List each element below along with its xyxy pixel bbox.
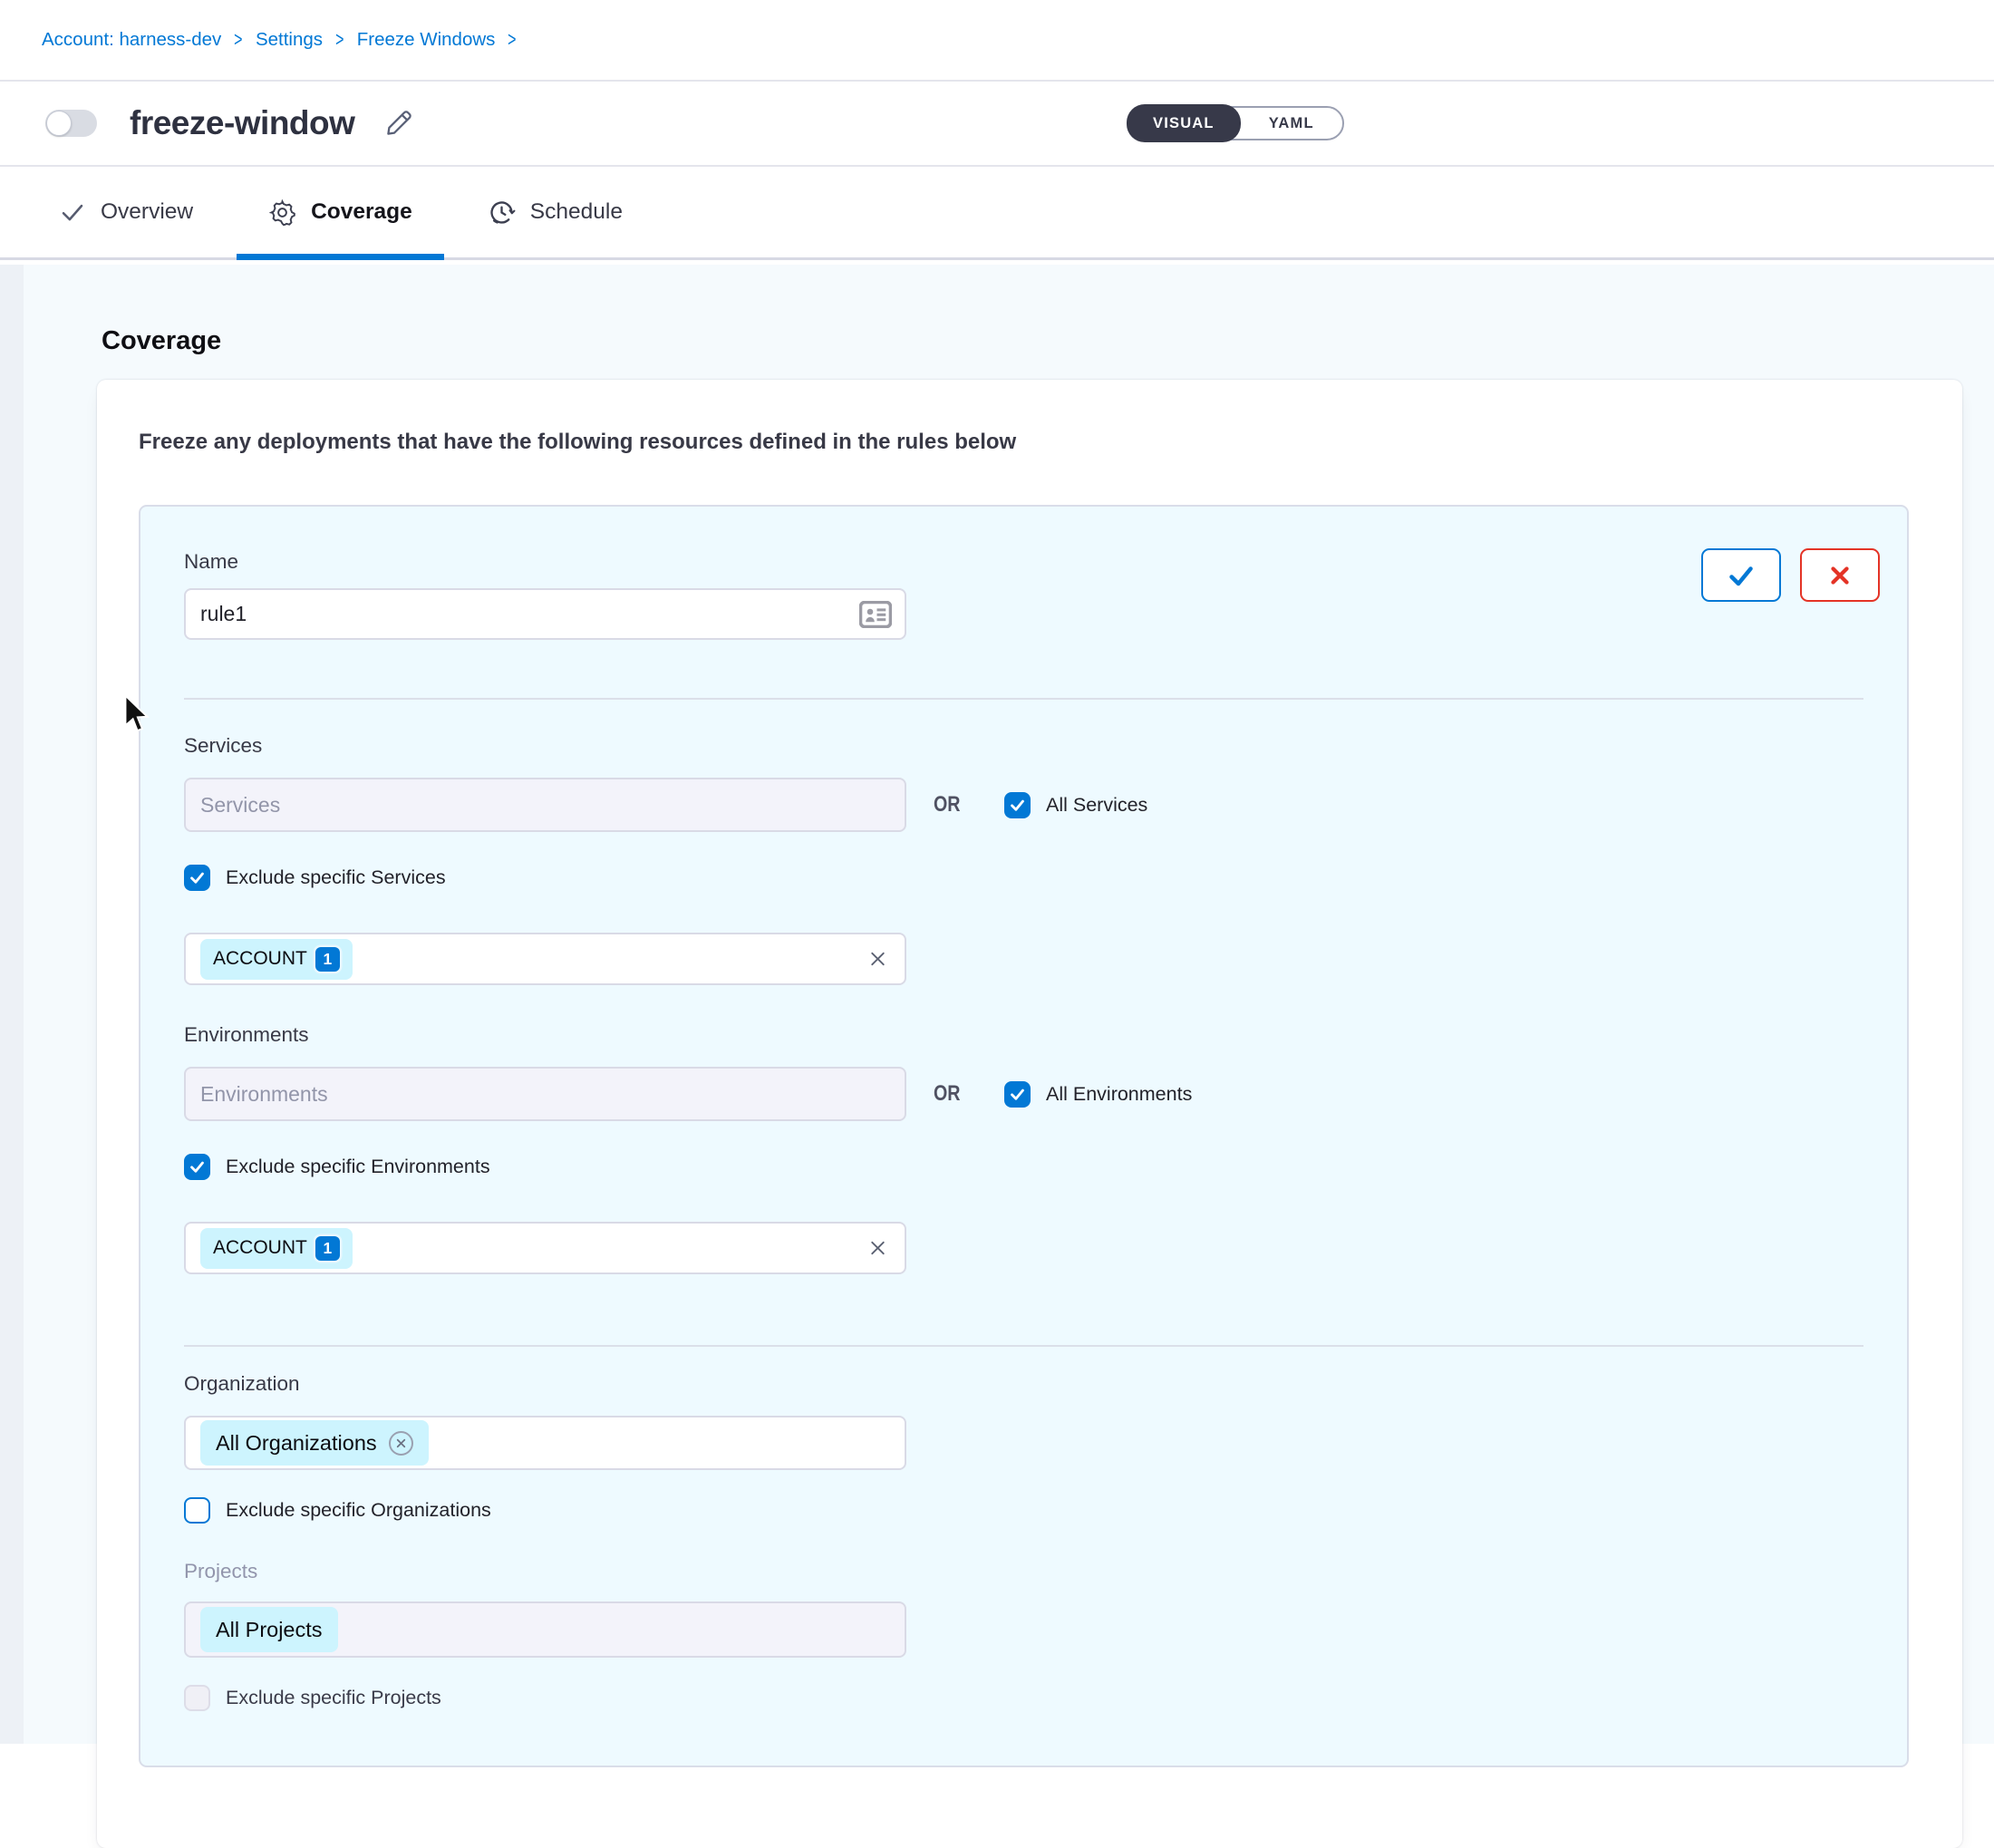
organization-label: Organization <box>184 1372 1863 1396</box>
breadcrumb-freeze-windows-link[interactable]: Freeze Windows <box>357 29 496 51</box>
chip-count-badge: 1 <box>315 947 340 972</box>
exclude-organizations-label: Exclude specific Organizations <box>226 1499 491 1522</box>
rule-name-input[interactable]: rule1 <box>184 588 906 640</box>
clear-excluded-services-button[interactable] <box>867 949 888 970</box>
exclude-projects-checkbox <box>184 1685 210 1711</box>
excluded-environments-chip[interactable]: ACCOUNT 1 <box>200 1228 353 1269</box>
all-projects-chip: All Projects <box>200 1607 338 1652</box>
clear-excluded-environments-button[interactable] <box>867 1238 888 1259</box>
all-environments-label: All Environments <box>1046 1083 1192 1106</box>
name-label: Name <box>184 550 1863 574</box>
environments-input-disabled: Environments <box>184 1067 906 1121</box>
confirm-rule-button[interactable] <box>1701 548 1781 602</box>
breadcrumb-separator: > <box>508 28 517 52</box>
freeze-rule-panel: Name rule1 Services <box>139 505 1909 1767</box>
breadcrumb-separator: > <box>234 28 242 52</box>
chip-text: All Projects <box>216 1618 323 1642</box>
visual-mode-button[interactable]: VISUAL <box>1127 104 1241 142</box>
all-services-checkbox[interactable] <box>1004 792 1031 818</box>
environments-or-text: OR <box>934 1081 961 1107</box>
page-title: freeze-window <box>130 104 354 142</box>
services-placeholder: Services <box>200 793 280 818</box>
coverage-card-heading: Freeze any deployments that have the fol… <box>139 430 1962 455</box>
breadcrumb: Account: harness-dev > Settings > Freeze… <box>0 0 1994 82</box>
rule-name-value: rule1 <box>200 602 247 626</box>
freeze-studio-tabs: Overview Coverage Schedule <box>0 167 1994 260</box>
freeze-enabled-toggle[interactable] <box>45 110 97 137</box>
checkbox-check-icon <box>1009 1086 1026 1103</box>
excluded-services-multiselect[interactable]: ACCOUNT 1 <box>184 933 906 985</box>
projects-label: Projects <box>184 1560 1863 1583</box>
tab-schedule[interactable]: Schedule <box>456 167 654 257</box>
all-organizations-chip[interactable]: All Organizations <box>200 1420 429 1466</box>
clear-x-icon <box>867 1238 888 1259</box>
remove-organization-chip-button[interactable] <box>389 1431 413 1456</box>
breadcrumb-separator: > <box>335 28 344 52</box>
clear-x-icon <box>867 949 888 970</box>
chip-count-badge: 1 <box>315 1236 340 1261</box>
freeze-window-header: freeze-window VISUAL YAML <box>0 82 1994 167</box>
divider <box>184 698 1863 700</box>
id-card-icon <box>859 601 892 628</box>
tab-overview[interactable]: Overview <box>27 167 225 257</box>
toggle-knob <box>46 111 72 136</box>
exclude-organizations-checkbox[interactable] <box>184 1497 210 1524</box>
exclude-services-label: Exclude specific Services <box>226 866 446 889</box>
yaml-mode-button[interactable]: YAML <box>1241 115 1342 132</box>
exclude-environments-label: Exclude specific Environments <box>226 1156 490 1178</box>
visual-yaml-switch: VISUAL YAML <box>1127 106 1344 140</box>
schedule-clock-icon <box>488 198 516 227</box>
services-label: Services <box>184 734 1863 758</box>
tab-coverage[interactable]: Coverage <box>237 167 444 257</box>
cancel-x-icon <box>1826 562 1854 589</box>
left-edge-strip <box>0 265 24 1744</box>
breadcrumb-settings-link[interactable]: Settings <box>256 29 323 51</box>
exclude-environments-checkbox[interactable] <box>184 1154 210 1180</box>
rule-actions <box>1701 548 1880 602</box>
cancel-rule-button[interactable] <box>1800 548 1880 602</box>
tab-schedule-label: Schedule <box>530 199 623 225</box>
circle-x-icon <box>395 1437 407 1449</box>
services-input-disabled: Services <box>184 778 906 832</box>
tab-overview-label: Overview <box>101 199 193 225</box>
chip-text: All Organizations <box>216 1431 377 1456</box>
chip-scope-text: ACCOUNT <box>213 1237 307 1259</box>
services-or-text: OR <box>934 792 961 818</box>
confirm-check-icon <box>1725 559 1757 592</box>
divider <box>184 1345 1863 1347</box>
excluded-environments-multiselect[interactable]: ACCOUNT 1 <box>184 1222 906 1274</box>
gear-icon <box>268 198 296 227</box>
pencil-icon <box>383 108 414 139</box>
exclude-services-checkbox[interactable] <box>184 865 210 891</box>
excluded-services-chip[interactable]: ACCOUNT 1 <box>200 939 353 980</box>
checkbox-check-icon <box>189 1158 206 1176</box>
breadcrumb-account-link[interactable]: Account: harness-dev <box>42 29 221 51</box>
edit-title-button[interactable] <box>383 108 414 139</box>
environments-placeholder: Environments <box>200 1082 328 1107</box>
coverage-section-title: Coverage <box>102 326 1994 356</box>
organization-multiselect[interactable]: All Organizations <box>184 1416 906 1470</box>
environments-label: Environments <box>184 1023 1863 1047</box>
tab-coverage-label: Coverage <box>311 199 412 225</box>
check-icon <box>59 198 86 226</box>
coverage-card: Freeze any deployments that have the fol… <box>97 380 1962 1848</box>
chip-scope-text: ACCOUNT <box>213 948 307 970</box>
projects-input-disabled: All Projects <box>184 1601 906 1658</box>
exclude-projects-label: Exclude specific Projects <box>226 1687 441 1709</box>
checkbox-check-icon <box>189 869 206 886</box>
all-environments-checkbox[interactable] <box>1004 1081 1031 1108</box>
checkbox-check-icon <box>1009 797 1026 814</box>
all-services-label: All Services <box>1046 794 1147 817</box>
coverage-tab-content: Coverage Freeze any deployments that hav… <box>0 265 1994 1744</box>
